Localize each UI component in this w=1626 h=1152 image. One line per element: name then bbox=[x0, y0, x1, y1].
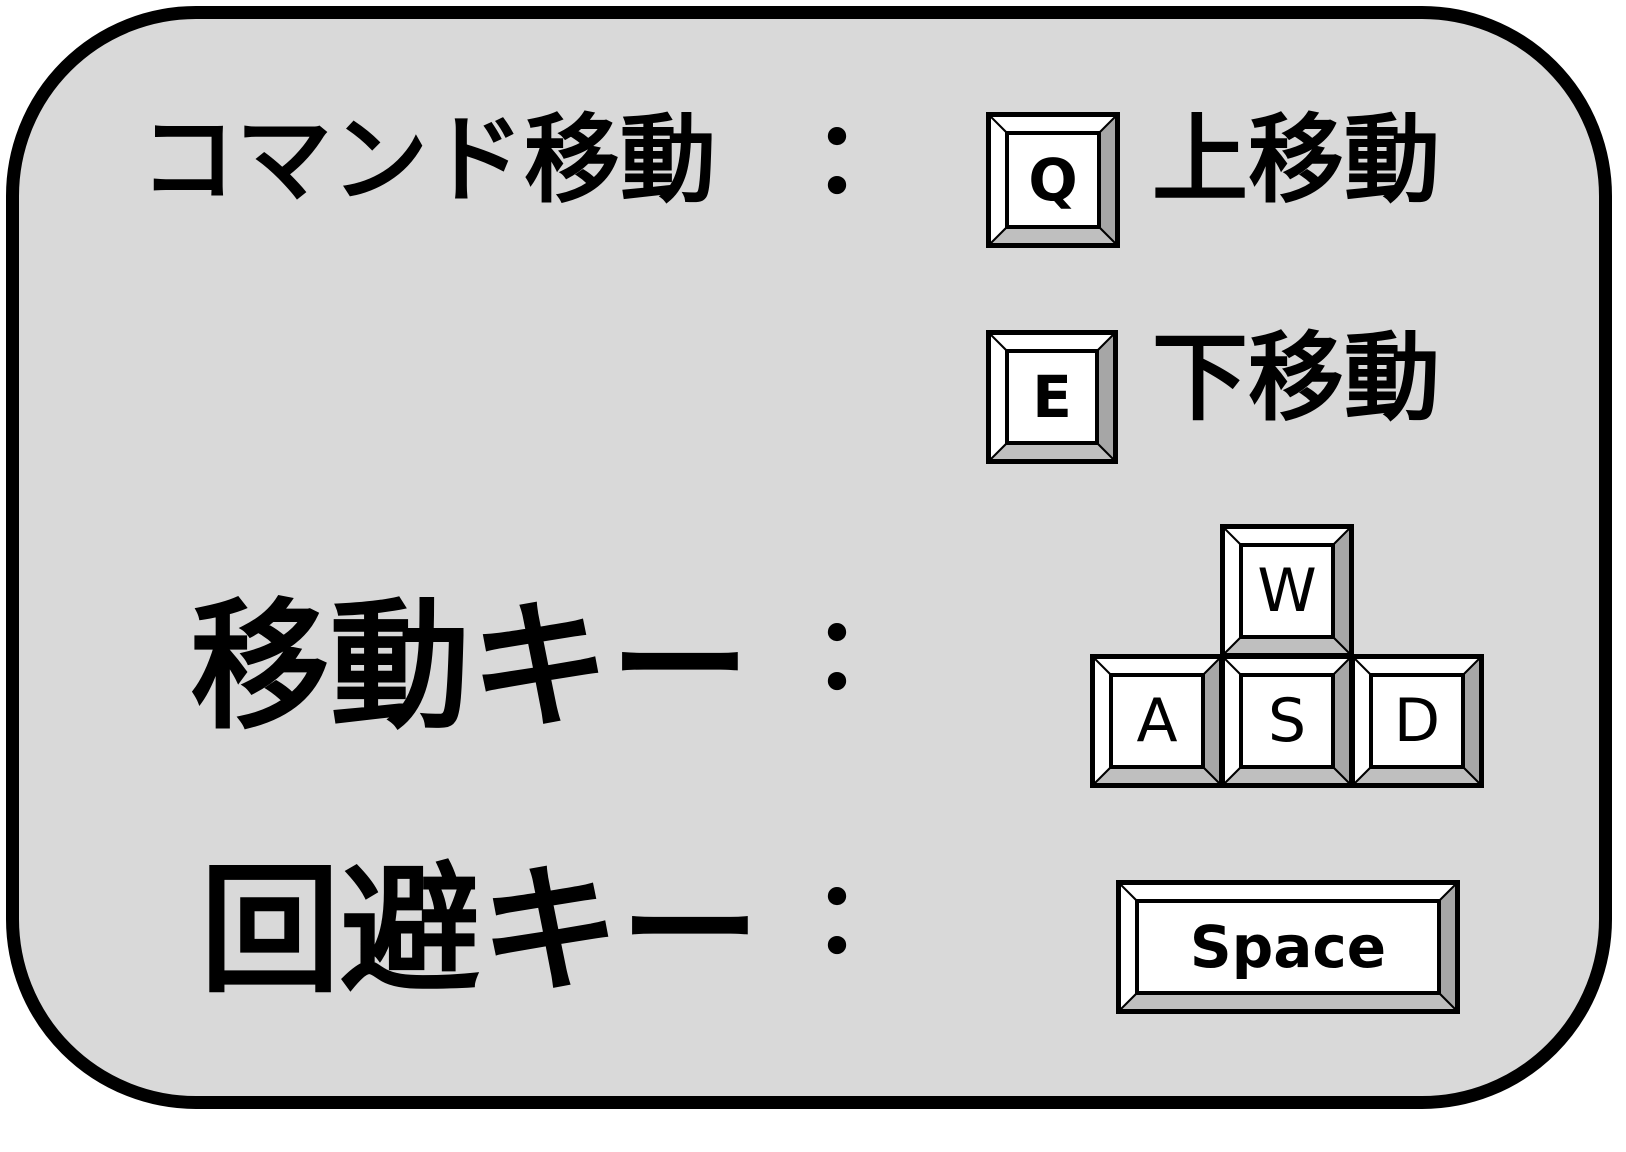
move-keys-colon: ： bbox=[812, 595, 912, 712]
key-w: W bbox=[1220, 524, 1354, 658]
key-s-label: S bbox=[1240, 674, 1334, 768]
key-s: S bbox=[1220, 654, 1354, 788]
key-w-label: W bbox=[1240, 544, 1334, 638]
key-e-label: E bbox=[1006, 350, 1098, 444]
key-e: E bbox=[986, 330, 1118, 464]
key-space-label: Space bbox=[1136, 900, 1440, 994]
command-move-colon: ： bbox=[812, 99, 912, 216]
key-space: Space bbox=[1116, 880, 1460, 1014]
dodge-key-label: 回避キー bbox=[200, 850, 761, 1013]
key-q-label: Q bbox=[1006, 132, 1100, 228]
dodge-key-colon: ： bbox=[812, 859, 912, 976]
move-down-text: 下移動 bbox=[1152, 322, 1440, 434]
key-d: D bbox=[1350, 654, 1484, 788]
move-up-text: 上移動 bbox=[1152, 104, 1440, 216]
key-a: A bbox=[1090, 654, 1224, 788]
move-keys-label: 移動キー bbox=[190, 586, 751, 749]
command-move-label: コマンド移動 bbox=[140, 104, 716, 216]
key-q: Q bbox=[986, 112, 1120, 248]
key-d-label: D bbox=[1370, 674, 1464, 768]
key-a-label: A bbox=[1110, 674, 1204, 768]
